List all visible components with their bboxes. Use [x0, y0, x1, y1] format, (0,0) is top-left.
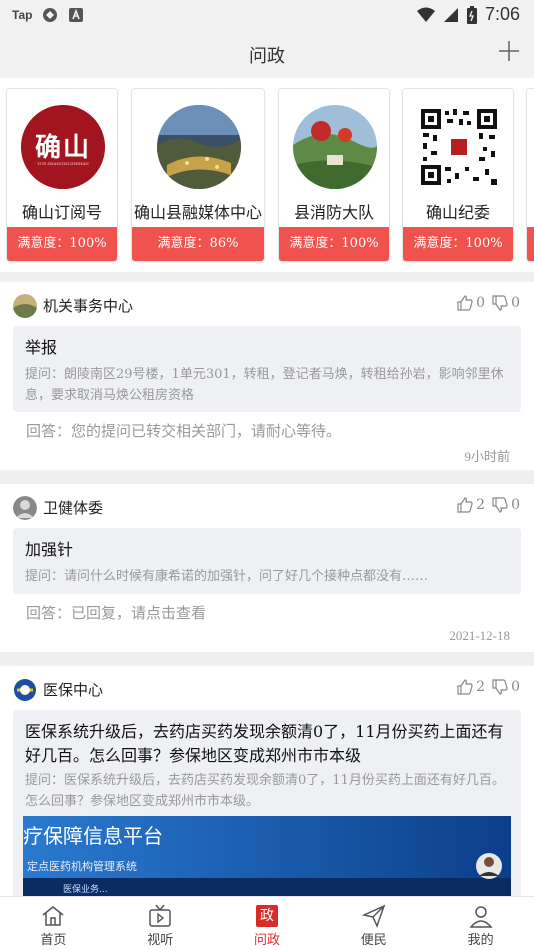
question-card[interactable]: 机关事务中心 0 0 举报 提问：朗陵南区29号楼，1单元301，转租，登记者马…	[0, 282, 534, 470]
vote-group: 0 0	[456, 294, 520, 312]
like-count: 0	[476, 295, 486, 311]
account-avatar	[293, 105, 377, 189]
account-avatar	[419, 107, 499, 187]
sync-icon	[43, 8, 58, 22]
image-text-title: 疗保障信息平台	[23, 824, 163, 848]
account-logo-subtext: YUE SHANGXIUZHIHAN	[37, 161, 89, 166]
post-time: 2021-12-18	[449, 628, 510, 643]
account-name: 确山订阅号	[21, 203, 102, 222]
account-card[interactable]: 确山县融媒体中心 满意度：86%	[131, 88, 265, 262]
status-bar: Tap 7:06	[0, 0, 534, 32]
answer-text: 回答：已回复，请点击查看	[26, 604, 207, 622]
tab-profile[interactable]: 我的	[427, 897, 534, 950]
question-text: 提问：朗陵南区29号楼，1单元301，转租，登记者马焕，转租给孙岩，影响邻里休息…	[25, 367, 504, 403]
page-header: 问政	[0, 32, 534, 78]
tab-home[interactable]: 首页	[0, 897, 107, 950]
account-avatar: 确山 YUE SHANGXIUZHIHAN	[21, 105, 105, 189]
account-name: 确山纪委	[425, 203, 490, 222]
thumbs-up-icon	[457, 497, 473, 513]
accounts-carousel[interactable]: 确山 YUE SHANGXIUZHIHAN 确山订阅号 满意度：100% 确山县…	[0, 78, 534, 272]
question-text: 提问：医保系统升级后，去药店买药发现余额清0了，11月份买药上面还有好几百。怎么…	[25, 773, 505, 809]
a-icon	[69, 8, 84, 22]
home-icon	[42, 906, 64, 926]
account-card-partial[interactable]	[526, 88, 534, 262]
tab-label: 问政	[253, 933, 280, 948]
dept-name: 机关事务中心	[43, 297, 134, 315]
tab-services[interactable]: 便民	[320, 897, 427, 950]
thumbs-down-icon	[492, 295, 508, 311]
wifi-icon	[416, 7, 435, 22]
user-icon	[468, 906, 493, 928]
question-title: 举报	[25, 338, 58, 357]
like-button[interactable]: 0	[456, 294, 485, 312]
question-image[interactable]: 疗保障信息平台 定点医药机构管理系统 医保业务...	[23, 816, 511, 896]
signal-icon	[443, 7, 458, 22]
dept-name: 医保中心	[43, 681, 104, 699]
dislike-button[interactable]: 0	[491, 496, 520, 514]
question-card[interactable]: 医保中心 2 0 医保系统升级后，去药店买药发现余额清0了，11月份买药上面还有…	[0, 666, 534, 896]
account-card[interactable]: 确山纪委 满意度：100%	[402, 88, 514, 262]
account-name: 县消防大队	[293, 203, 374, 222]
page-title: 问政	[249, 46, 285, 67]
question-card[interactable]: 卫健体委 2 0 加强针 提问：请问什么时候有康希诺的加强针，问了好几个接种点都…	[0, 484, 534, 652]
vote-group: 2 0	[456, 496, 520, 514]
thumbs-down-icon	[492, 497, 508, 513]
dislike-count: 0	[511, 679, 520, 695]
tab-label: 首页	[40, 933, 67, 948]
vote-group: 2 0	[456, 678, 520, 696]
dept-avatar	[13, 678, 37, 702]
image-text-button: 医保业务...	[63, 885, 108, 895]
dislike-button[interactable]: 0	[491, 294, 520, 312]
tab-wenzheng[interactable]: 政 问政	[214, 897, 321, 950]
satisfaction-badge: 满意度：100%	[7, 227, 117, 261]
paper-plane-icon	[361, 904, 386, 929]
account-card[interactable]: 县消防大队 满意度：100%	[278, 88, 390, 262]
account-card[interactable]: 确山 YUE SHANGXIUZHIHAN 确山订阅号 满意度：100%	[6, 88, 118, 262]
thumbs-up-icon	[457, 295, 473, 311]
question-box[interactable]: 加强针 提问：请问什么时候有康希诺的加强针，问了好几个接种点都没有……	[13, 528, 521, 594]
plus-icon[interactable]	[496, 38, 522, 64]
thumbs-down-icon	[492, 679, 508, 695]
tab-label: 视听	[147, 933, 174, 948]
satisfaction-badge	[527, 227, 534, 261]
qr-code-icon	[419, 107, 499, 187]
satisfaction-badge: 满意度：100%	[403, 227, 513, 261]
like-button[interactable]: 2	[456, 496, 485, 514]
tab-video[interactable]: 视听	[107, 897, 214, 950]
tv-icon	[149, 904, 171, 927]
question-text: 提问：请问什么时候有康希诺的加强针，问了好几个接种点都没有……	[25, 569, 429, 584]
bottom-tab-bar: 首页 视听 政 问政 便民 我的	[0, 896, 534, 950]
thumbs-up-icon	[457, 679, 473, 695]
tab-label: 便民	[360, 933, 387, 948]
dislike-count: 0	[511, 295, 520, 311]
battery-icon	[466, 5, 477, 24]
account-name: 确山县融媒体中心	[133, 203, 262, 222]
dept-avatar	[13, 294, 37, 318]
tab-label: 我的	[467, 933, 494, 948]
image-text-subtitle: 定点医药机构管理系统	[27, 860, 137, 873]
like-count: 2	[476, 497, 486, 513]
dept-avatar	[13, 496, 37, 520]
question-box[interactable]: 举报 提问：朗陵南区29号楼，1单元301，转租，登记者马焕，转租给孙岩，影响邻…	[13, 326, 521, 412]
carrier-label: Tap	[12, 8, 33, 22]
gov-icon: 政	[255, 905, 278, 927]
dislike-button[interactable]: 0	[491, 678, 520, 696]
dislike-count: 0	[511, 497, 520, 513]
dept-name: 卫健体委	[43, 499, 104, 517]
like-button[interactable]: 2	[456, 678, 485, 696]
satisfaction-badge: 满意度：100%	[279, 227, 389, 261]
question-title: 医保系统升级后，去药店买药发现余额清0了，11月份买药上面还有好几百。怎么回事？…	[25, 722, 504, 765]
clock: 7:06	[484, 4, 520, 24]
question-title: 加强针	[25, 540, 74, 559]
satisfaction-badge: 满意度：86%	[132, 227, 264, 261]
answer-text: 回答：您的提问已转交相关部门，请耐心等待。	[26, 422, 342, 440]
account-avatar	[157, 105, 241, 189]
like-count: 2	[476, 679, 486, 695]
post-time: 9小时前	[464, 449, 510, 464]
account-logo-text: 确山	[34, 133, 91, 163]
